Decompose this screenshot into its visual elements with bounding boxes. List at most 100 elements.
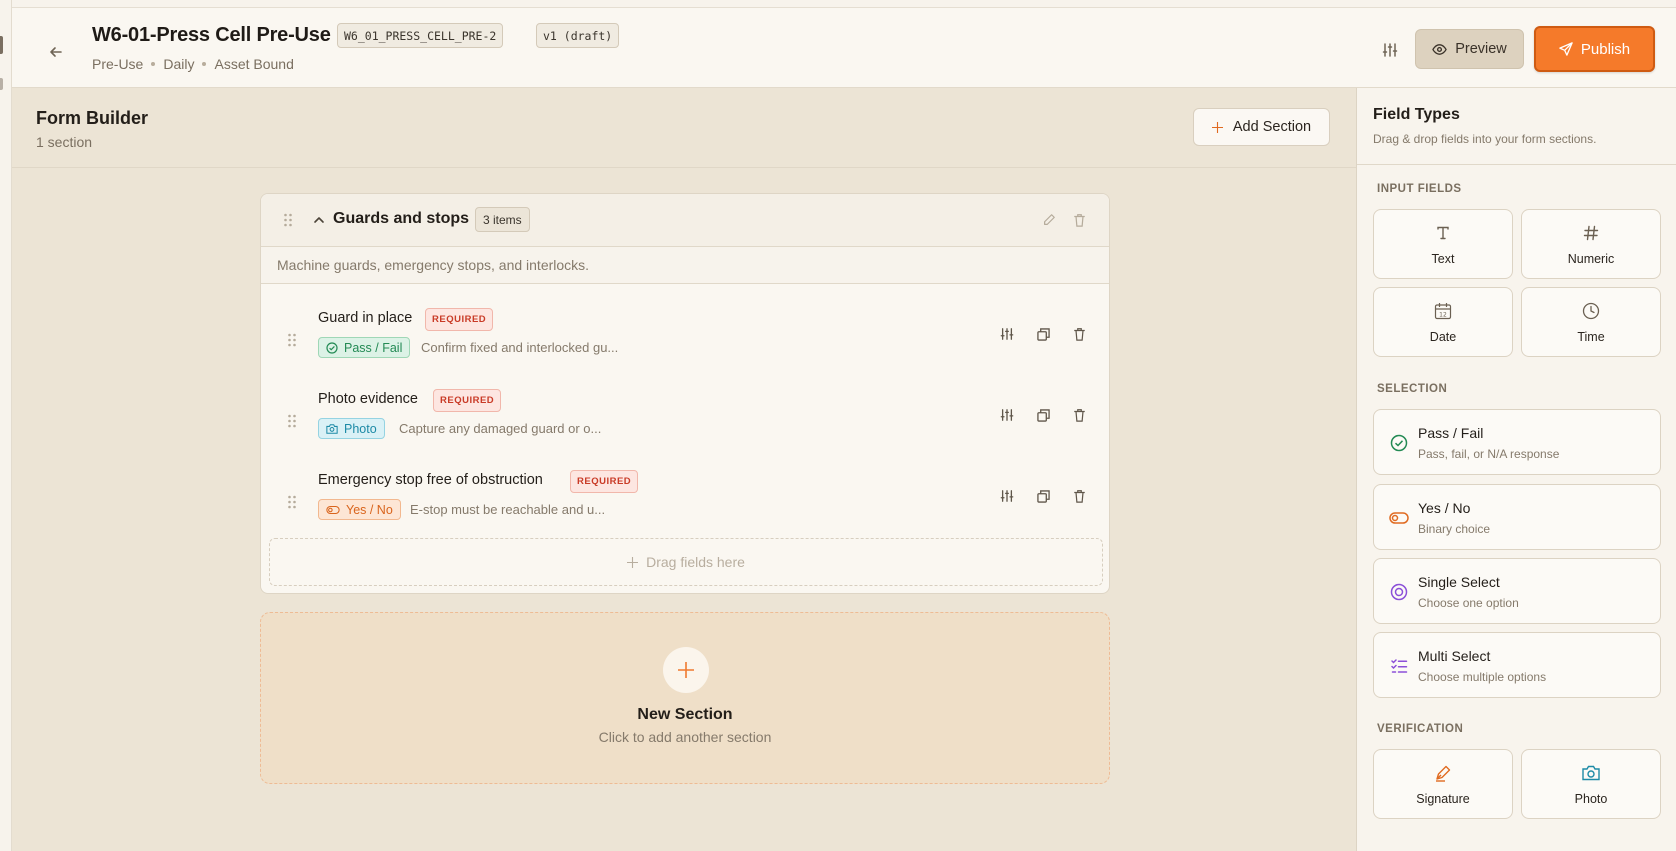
section-drag-handle[interactable] [281, 212, 295, 228]
section-count: 1 section [36, 134, 93, 150]
field-type-badge: Yes / No [318, 499, 401, 520]
form-settings-button[interactable] [1378, 38, 1402, 62]
field-type-badge: Pass / Fail [318, 337, 411, 358]
required-badge: REQUIRED [433, 389, 502, 412]
plus-icon [678, 662, 694, 678]
field-types-panel: Field Types Drag & drop fields into your… [1356, 88, 1676, 851]
field-settings-button[interactable] [996, 404, 1018, 426]
field-type-signature[interactable]: Signature [1373, 749, 1513, 819]
duplicate-field-button[interactable] [1032, 404, 1054, 426]
delete-section-button[interactable] [1069, 210, 1089, 230]
builder-canvas: Guards and stops 3 items Machine guards,… [12, 168, 1356, 851]
copy-icon [1036, 408, 1050, 422]
section-description: Machine guards, emergency stops, and int… [261, 247, 1109, 284]
duplicate-field-button[interactable] [1032, 485, 1054, 507]
duplicate-field-button[interactable] [1032, 323, 1054, 345]
preview-button[interactable]: Preview [1415, 29, 1524, 69]
meta-type: Pre-Use [92, 56, 144, 72]
field-type-text[interactable]: Text [1373, 209, 1513, 279]
multi-select-desc: Choose multiple options [1418, 670, 1547, 684]
svg-text:12: 12 [1439, 312, 1447, 319]
field-type-numeric[interactable]: Numeric [1521, 209, 1661, 279]
hash-icon [1580, 222, 1602, 244]
field-drag-handle[interactable] [285, 413, 299, 429]
group-label-selection: SELECTION [1377, 383, 1448, 395]
field-settings-button[interactable] [996, 485, 1018, 507]
field-hint: Confirm fixed and interlocked gu... [421, 340, 619, 355]
panel-divider [1357, 164, 1676, 165]
field-type-yes-no[interactable]: Yes / No Binary choice [1373, 484, 1661, 550]
new-section-title: New Section [637, 706, 733, 723]
panel-subtitle: Drag & drop fields into your form sectio… [1373, 132, 1597, 146]
add-section-label: Add Section [1232, 119, 1312, 135]
field-type-text-label: Text [1431, 252, 1455, 266]
form-meta: Pre-Use Daily Asset Bound [92, 56, 294, 72]
delete-field-button[interactable] [1068, 485, 1090, 507]
field-type-label: Photo [344, 421, 377, 436]
new-section-plus [663, 647, 709, 693]
field-row[interactable]: Photo evidence REQUIRED Photo Capture an… [261, 383, 1109, 459]
field-type-signature-label: Signature [1416, 792, 1470, 806]
field-name: Photo evidence [318, 391, 418, 407]
rail-tick [0, 78, 3, 90]
field-type-time[interactable]: Time [1521, 287, 1661, 357]
field-type-label: Pass / Fail [344, 340, 403, 355]
grip-icon [284, 213, 292, 227]
field-drag-handle[interactable] [285, 332, 299, 348]
edit-section-button[interactable] [1039, 210, 1059, 230]
copy-icon [1036, 489, 1050, 503]
trash-icon [1073, 409, 1085, 422]
back-button[interactable] [42, 38, 70, 66]
pen-tool-icon [1432, 762, 1454, 784]
field-type-single-select[interactable]: Single Select Choose one option [1373, 558, 1661, 624]
field-type-date-label: Date [1429, 330, 1457, 344]
pass-fail-desc: Pass, fail, or N/A response [1418, 447, 1560, 461]
meta-binding: Asset Bound [214, 56, 294, 72]
meta-separator [202, 62, 207, 66]
sliders-icon [1000, 328, 1014, 340]
add-section-button[interactable]: Add Section [1193, 108, 1330, 146]
field-type-date[interactable]: 12 Date [1373, 287, 1513, 357]
new-section-button[interactable]: New Section Click to add another section [260, 612, 1110, 784]
trash-icon [1073, 328, 1085, 341]
preview-label: Preview [1455, 41, 1507, 57]
delete-field-button[interactable] [1068, 323, 1090, 345]
delete-field-button[interactable] [1068, 404, 1090, 426]
plus-icon [627, 556, 639, 568]
group-label-input: INPUT FIELDS [1377, 183, 1462, 195]
builder-title: Form Builder [36, 108, 149, 128]
drop-zone-label: Drag fields here [646, 554, 745, 570]
field-hint: Capture any damaged guard or o... [399, 421, 602, 436]
field-drop-zone[interactable]: Drag fields here [269, 538, 1103, 586]
field-drag-handle[interactable] [285, 494, 299, 510]
meta-frequency: Daily [163, 56, 195, 72]
collapse-section-button[interactable] [309, 210, 329, 230]
field-type-photo[interactable]: Photo [1521, 749, 1661, 819]
version-badge: v1 (draft) [536, 23, 620, 48]
rail-tick [0, 36, 3, 54]
field-type-multi-select[interactable]: Multi Select Choose multiple options [1373, 632, 1661, 698]
field-row[interactable]: Guard in place REQUIRED Pass / Fail Conf… [261, 302, 1109, 378]
field-settings-button[interactable] [996, 323, 1018, 345]
trash-icon [1073, 214, 1085, 227]
field-type-photo-label: Photo [1574, 792, 1608, 806]
single-select-title: Single Select [1418, 574, 1500, 590]
publish-label: Publish [1580, 40, 1631, 58]
top-strip [12, 0, 1676, 8]
page-title: W6-01-Press Cell Pre-Use [92, 24, 331, 46]
sliders-icon [1382, 43, 1398, 57]
field-name: Guard in place [318, 310, 413, 326]
meta-separator [151, 62, 156, 66]
publish-button[interactable]: Publish [1534, 26, 1655, 72]
left-rail [0, 0, 12, 851]
sliders-icon [1000, 490, 1014, 502]
field-type-pass-fail[interactable]: Pass / Fail Pass, fail, or N/A response [1373, 409, 1661, 475]
field-row[interactable]: Emergency stop free of obstruction REQUI… [261, 464, 1109, 540]
field-name: Emergency stop free of obstruction [318, 472, 543, 488]
trash-icon [1073, 490, 1085, 503]
header: W6-01-Press Cell Pre-Use W6_01_PRESS_CEL… [12, 8, 1676, 88]
copy-icon [1036, 327, 1050, 341]
field-type-numeric-label: Numeric [1567, 252, 1615, 266]
arrow-left-icon [50, 47, 62, 57]
field-type-time-label: Time [1577, 330, 1605, 344]
